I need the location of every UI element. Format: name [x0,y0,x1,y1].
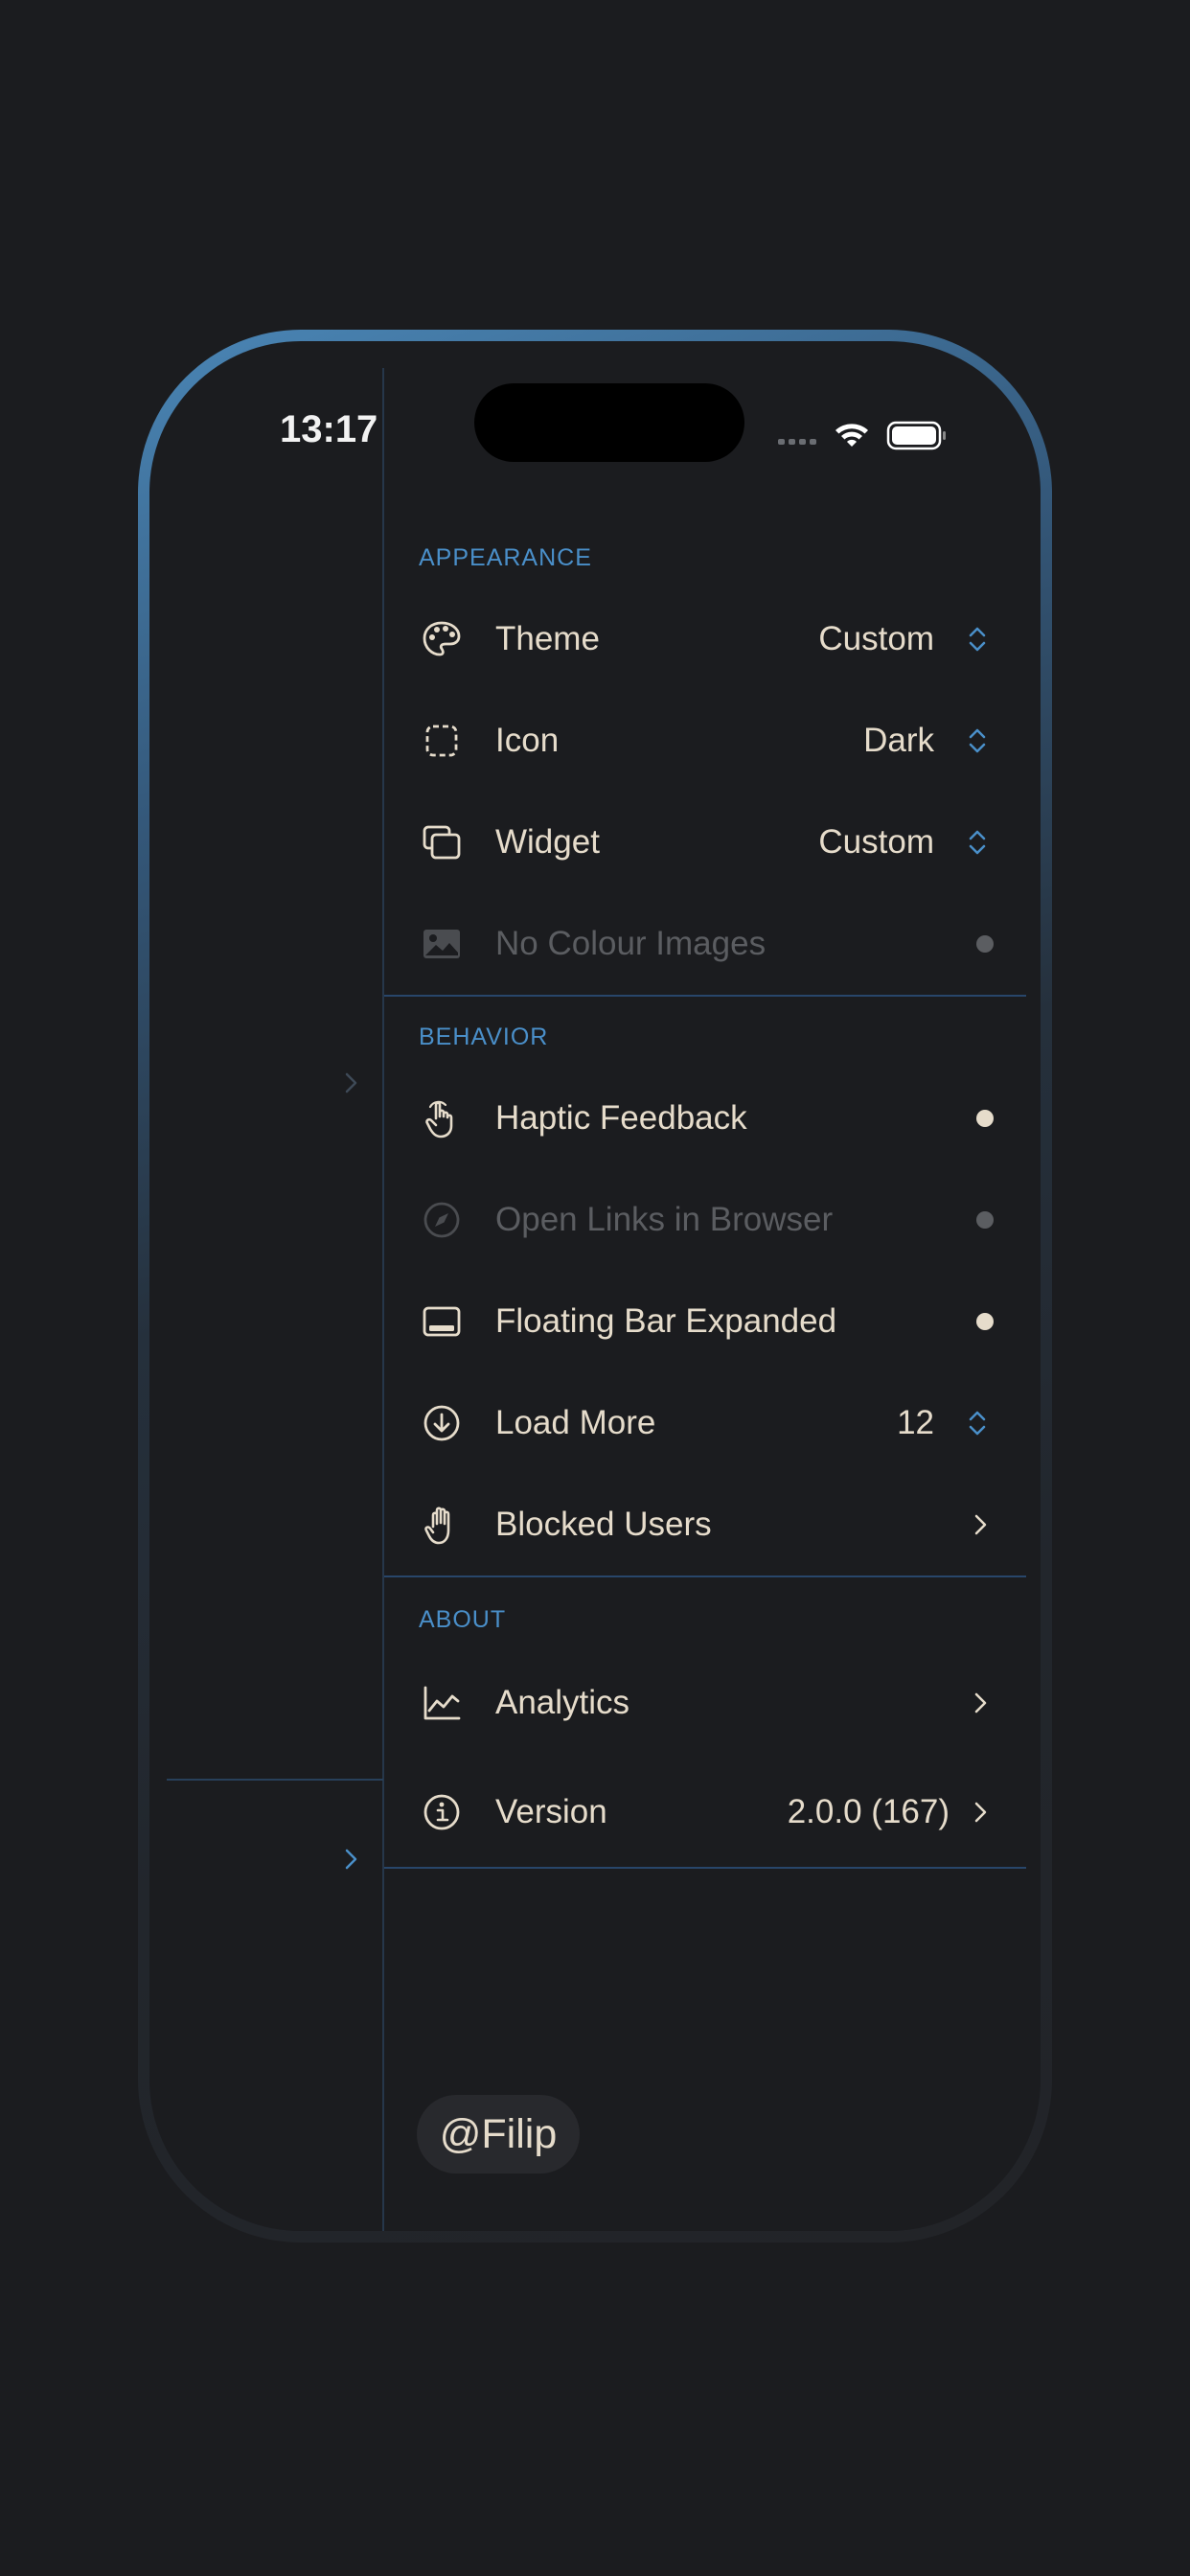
setting-load-more[interactable]: Load More 12 [384,1380,1026,1466]
hand-raised-icon [424,1506,450,1545]
info-circle-icon [423,1794,460,1830]
section-header-about: ABOUT [419,1606,507,1633]
setting-theme[interactable]: Theme Custom [384,596,1026,682]
setting-label: Blocked Users [495,1506,712,1543]
arrow-down-circle-icon [423,1405,460,1441]
setting-value: Custom [818,823,934,861]
setting-blocked-users[interactable]: Blocked Users [384,1482,1026,1568]
setting-label: Theme [495,620,600,657]
setting-version[interactable]: Version 2.0.0 (167) [384,1769,1026,1855]
setting-haptic-feedback[interactable]: Haptic Feedback [384,1075,1026,1162]
setting-label: Load More [495,1404,656,1441]
chevron-up-down-icon [969,830,986,855]
setting-widget[interactable]: Widget Custom [384,799,1026,886]
setting-floating-bar-expanded[interactable]: Floating Bar Expanded [384,1278,1026,1365]
sidebar-chevron-right-icon[interactable] [337,1070,364,1096]
photo-icon [423,930,460,958]
chevron-up-down-icon [969,728,986,753]
setting-label: Haptic Feedback [495,1099,747,1137]
screen: 13:17 APPEARANCE Theme Custom Icon Dark … [149,341,1041,2231]
chevron-right-icon [974,1802,987,1823]
section-separator [384,1576,1026,1577]
compass-icon [423,1202,460,1238]
section-separator [384,1867,1026,1869]
setting-analytics[interactable]: Analytics [384,1660,1026,1746]
chevron-up-down-icon [969,627,986,652]
floating-bar-icon [423,1306,461,1337]
setting-label: Version [495,1793,607,1830]
setting-label: Icon [495,722,560,759]
sidebar-chevron-right-icon[interactable] [337,1846,364,1873]
toggle-indicator-on[interactable] [976,1313,994,1330]
toggle-indicator-on[interactable] [976,1110,994,1127]
status-time: 13:17 [280,408,378,450]
setting-label: Open Links in Browser [495,1201,834,1238]
dashed-square-icon [425,724,458,757]
phone-frame: 13:17 APPEARANCE Theme Custom Icon Dark … [138,330,1052,2242]
widget-stack-icon [423,825,461,860]
setting-label: Widget [495,823,600,861]
chevron-right-icon [974,1514,987,1535]
setting-icon[interactable]: Icon Dark [384,698,1026,784]
hand-tap-icon [425,1100,453,1138]
setting-label: Floating Bar Expanded [495,1302,837,1340]
cellular-signal-icon [778,439,816,445]
section-header-behavior: BEHAVIOR [419,1024,549,1050]
chevron-right-icon [974,1692,987,1714]
setting-value: Custom [818,620,934,657]
battery-icon [886,421,946,450]
palette-icon [423,621,461,656]
chart-line-icon [423,1686,461,1720]
chevron-up-down-icon [969,1411,986,1436]
setting-value: 2.0.0 (167) [787,1793,950,1830]
sidebar-divider [167,1779,383,1781]
wifi-icon [835,424,868,447]
user-handle-button[interactable]: @Filip [417,2095,580,2174]
setting-value: 12 [897,1404,934,1441]
setting-label: Analytics [495,1684,630,1721]
dynamic-island [474,383,744,462]
section-header-appearance: APPEARANCE [419,544,592,571]
setting-no-colour-images[interactable]: No Colour Images [384,901,1026,987]
toggle-indicator-off[interactable] [976,935,994,953]
section-separator [384,995,1026,997]
setting-label: No Colour Images [495,925,767,962]
status-icons [778,421,946,450]
setting-value: Dark [863,722,934,759]
toggle-indicator-off[interactable] [976,1211,994,1229]
setting-open-links-in-browser[interactable]: Open Links in Browser [384,1177,1026,1263]
